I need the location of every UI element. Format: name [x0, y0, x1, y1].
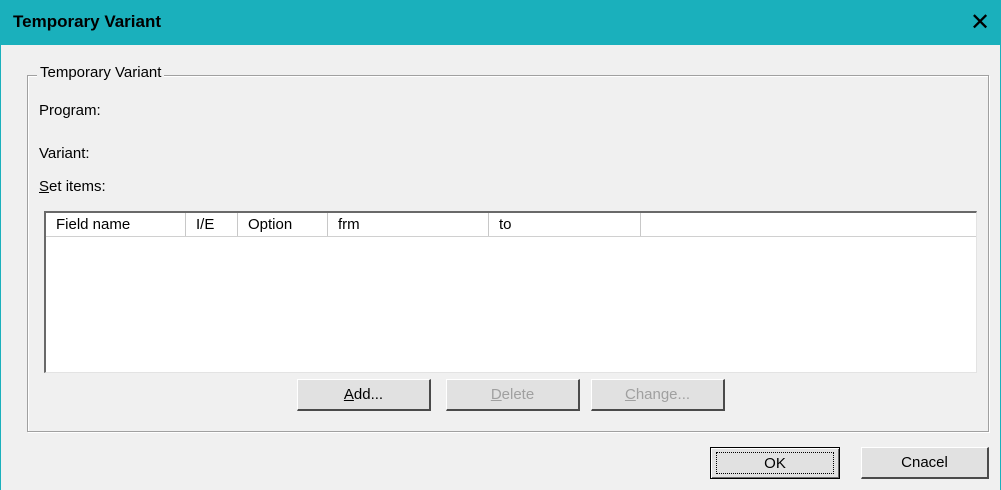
change-button-label: hange...: [635, 386, 691, 403]
set-items-list[interactable]: Field name I/E Option frm to: [44, 211, 977, 373]
focus-indicator: [716, 452, 834, 474]
cancel-button-label: Cnacel: [901, 454, 948, 471]
dialog-window: Temporary Variant ✕ Temporary Variant Pr…: [0, 0, 1001, 490]
set-items-label: Set items:: [39, 178, 106, 195]
column-header-to[interactable]: to: [489, 213, 641, 236]
set-items-text: et items:: [49, 178, 106, 195]
ok-button[interactable]: OK: [710, 447, 840, 479]
column-header-option[interactable]: Option: [238, 213, 328, 236]
column-header-blank[interactable]: [641, 213, 975, 236]
set-items-accel: S: [39, 178, 50, 195]
window-title: Temporary Variant: [13, 12, 162, 31]
variant-label: Variant:: [39, 145, 90, 162]
column-header-frm[interactable]: frm: [328, 213, 489, 236]
add-button-label: dd...: [353, 386, 384, 403]
close-icon[interactable]: ✕: [958, 0, 1001, 45]
title-bar[interactable]: Temporary Variant ✕: [1, 0, 1001, 45]
delete-accel: D: [490, 386, 502, 403]
change-button[interactable]: Change...: [591, 379, 725, 411]
list-header: Field name I/E Option frm to: [46, 213, 976, 237]
column-header-field-name[interactable]: Field name: [46, 213, 186, 236]
delete-button-label: elete: [501, 386, 535, 403]
add-button[interactable]: Add...: [297, 379, 431, 411]
add-accel: A: [343, 386, 354, 403]
delete-button[interactable]: Delete: [446, 379, 580, 411]
group-legend: Temporary Variant: [37, 64, 165, 81]
column-header-ie[interactable]: I/E: [186, 213, 238, 236]
change-accel: C: [624, 386, 636, 403]
program-label: Program:: [39, 102, 101, 119]
cancel-button[interactable]: Cnacel: [861, 447, 989, 479]
